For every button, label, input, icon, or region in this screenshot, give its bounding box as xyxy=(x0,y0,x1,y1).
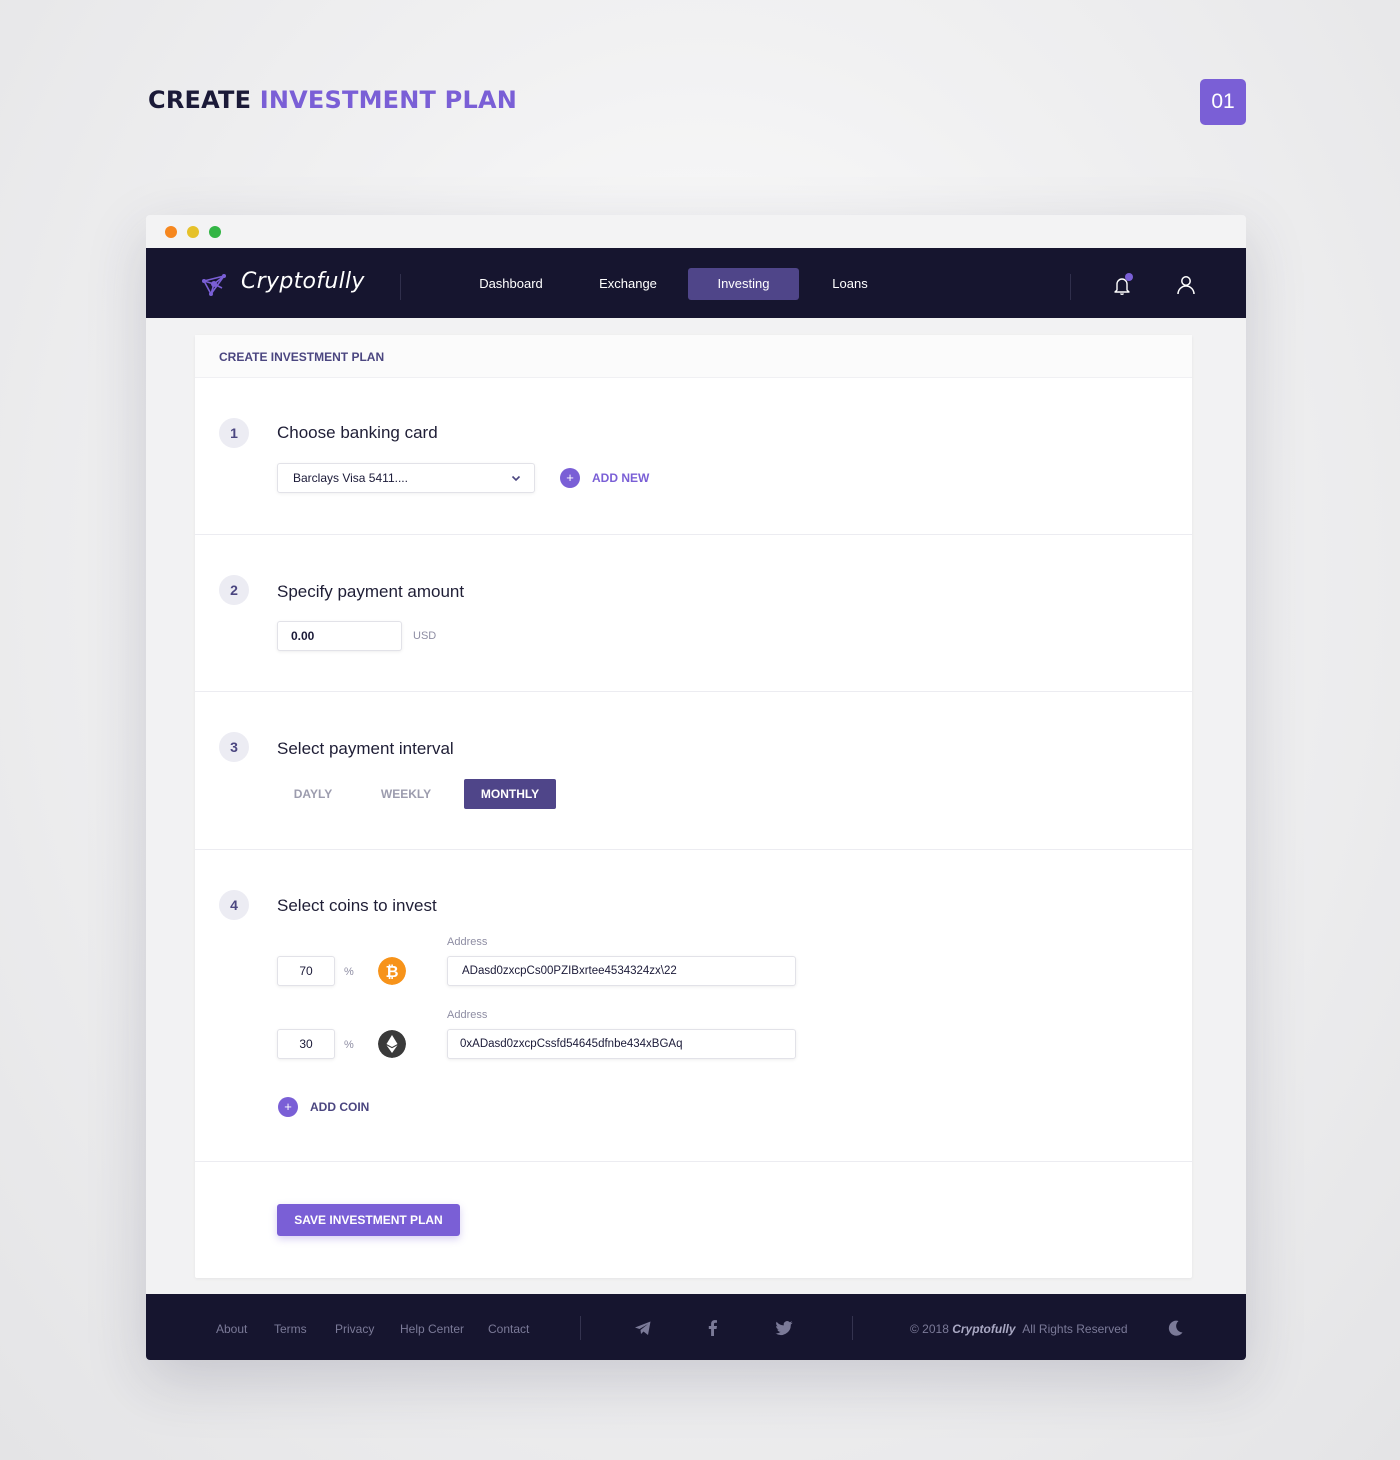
nav-loans[interactable]: Loans xyxy=(806,268,894,300)
step-title: Choose banking card xyxy=(277,423,438,442)
bitcoin-icon: ₿ xyxy=(378,957,406,985)
amount-input[interactable]: 0.00 xyxy=(277,621,402,651)
save-investment-plan-button[interactable]: SAVE INVESTMENT PLAN xyxy=(277,1204,460,1236)
nav-investing[interactable]: Investing xyxy=(688,268,799,300)
footer-divider xyxy=(852,1316,853,1340)
step-payment-amount: 2 Specify payment amount 0.00 USD xyxy=(195,535,1192,692)
logo-icon xyxy=(202,274,226,296)
copyright-suffix: All Rights Reserved xyxy=(1022,1322,1128,1336)
notifications-button[interactable] xyxy=(1109,272,1135,298)
footer-link-help-center[interactable]: Help Center xyxy=(400,1322,464,1336)
page-heading: CREATE INVESTMENT PLAN xyxy=(148,86,517,114)
percent-label: % xyxy=(344,966,354,978)
page-number-badge: 01 xyxy=(1200,79,1246,125)
add-new-card-label[interactable]: ADD NEW xyxy=(592,471,649,485)
step-payment-interval: 3 Select payment interval DAYLY WEEKLY M… xyxy=(195,692,1192,850)
browser-window: Cryptofully Dashboard Exchange Investing… xyxy=(146,215,1246,1360)
footer-link-privacy[interactable]: Privacy xyxy=(335,1322,374,1336)
top-navbar: Cryptofully Dashboard Exchange Investing… xyxy=(146,248,1246,318)
card-title: CREATE INVESTMENT PLAN xyxy=(195,335,1192,378)
twitter-icon[interactable] xyxy=(774,1318,794,1338)
window-titlebar xyxy=(146,215,1246,248)
interval-weekly-option[interactable]: WEEKLY xyxy=(365,779,447,809)
nav-divider xyxy=(1070,274,1071,300)
copyright-prefix: © 2018 xyxy=(910,1322,949,1336)
step-number: 3 xyxy=(219,732,249,762)
banking-card-select[interactable]: Barclays Visa 5411.... xyxy=(277,463,535,493)
step-title: Select coins to invest xyxy=(277,896,437,915)
notification-dot xyxy=(1125,273,1133,281)
window-minimize-button[interactable] xyxy=(187,226,199,238)
copyright: © 2018 Cryptofully All Rights Reserved xyxy=(910,1322,1128,1336)
page-heading-dark: CREATE xyxy=(148,86,252,114)
step-choose-card: 1 Choose banking card Barclays Visa 5411… xyxy=(195,378,1192,535)
telegram-icon[interactable] xyxy=(633,1318,653,1338)
coin-address-input[interactable]: 0xADasd0zxcpCssfd54645dfnbe434xBGAq xyxy=(447,1029,796,1059)
interval-monthly-option[interactable]: MONTHLY xyxy=(464,779,556,809)
facebook-icon[interactable] xyxy=(703,1318,723,1338)
brand-name[interactable]: Cryptofully xyxy=(241,269,365,294)
page-heading-accent: INVESTMENT PLAN xyxy=(259,86,518,114)
chevron-down-icon xyxy=(511,475,521,482)
step-title: Specify payment amount xyxy=(277,582,465,601)
svg-text:₿: ₿ xyxy=(385,962,398,981)
footer-link-contact[interactable]: Contact xyxy=(488,1322,529,1336)
plus-icon: + xyxy=(284,1099,292,1114)
footer-link-terms[interactable]: Terms xyxy=(274,1322,307,1336)
plus-icon: + xyxy=(566,470,574,485)
copyright-brand: Cryptofully xyxy=(952,1322,1016,1336)
profile-button[interactable] xyxy=(1173,272,1199,298)
add-coin-label[interactable]: ADD COIN xyxy=(310,1100,369,1114)
window-close-button[interactable] xyxy=(165,226,177,238)
footer-link-about[interactable]: About xyxy=(216,1322,247,1336)
user-icon xyxy=(1177,276,1195,295)
step-select-coins: 4 Select coins to invest 70 % ₿ Address … xyxy=(195,850,1192,1162)
address-label: Address xyxy=(447,1009,488,1021)
nav-dashboard[interactable]: Dashboard xyxy=(456,268,566,300)
moon-icon[interactable] xyxy=(1165,1318,1185,1338)
add-new-card-button[interactable]: + xyxy=(560,468,580,488)
step-number: 2 xyxy=(219,575,249,605)
coin-percent-input[interactable]: 70 xyxy=(277,956,335,986)
step-number: 1 xyxy=(219,418,249,448)
window-maximize-button[interactable] xyxy=(209,226,221,238)
step-title: Select payment interval xyxy=(277,739,454,758)
coin-percent-input[interactable]: 30 xyxy=(277,1029,335,1059)
currency-label: USD xyxy=(413,630,437,642)
banking-card-value: Barclays Visa 5411.... xyxy=(293,471,408,485)
investment-plan-card: CREATE INVESTMENT PLAN 1 Choose banking … xyxy=(195,335,1192,1278)
ethereum-icon xyxy=(378,1030,406,1058)
step-number: 4 xyxy=(219,890,249,920)
nav-exchange[interactable]: Exchange xyxy=(573,268,683,300)
footer: About Terms Privacy Help Center Contact … xyxy=(146,1294,1246,1360)
nav-divider xyxy=(400,274,401,300)
footer-divider xyxy=(580,1316,581,1340)
percent-label: % xyxy=(344,1039,354,1051)
add-coin-button[interactable]: + xyxy=(278,1097,298,1117)
interval-daily-option[interactable]: DAYLY xyxy=(277,779,349,809)
coin-address-input[interactable]: ADasd0zxcpCs00PZIBxrtee4534324zx\22 xyxy=(447,956,796,986)
address-label: Address xyxy=(447,936,488,948)
